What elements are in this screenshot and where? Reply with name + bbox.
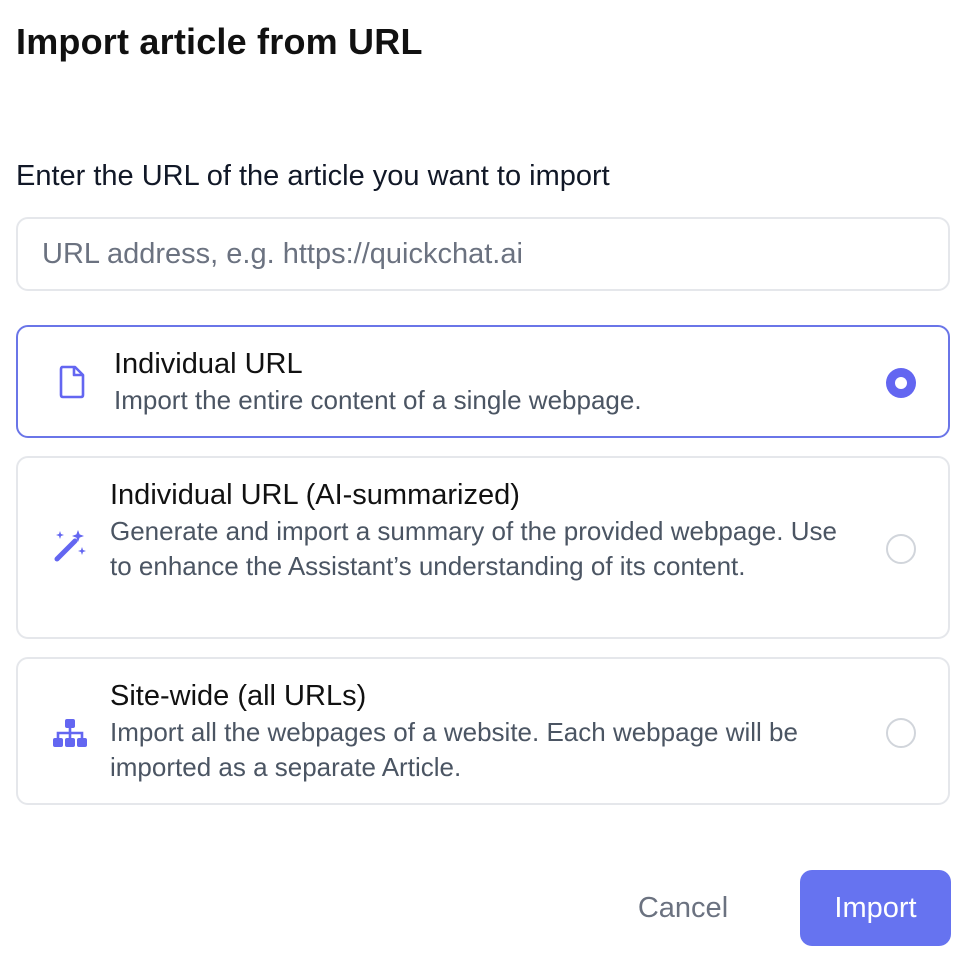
radio-individual-url-ai-summarized[interactable] (886, 534, 916, 564)
sitemap-icon (50, 713, 90, 753)
url-field-label: Enter the URL of the article you want to… (16, 160, 610, 192)
option-individual-url-ai-summarized[interactable]: Individual URL (AI-summarized) Generate … (16, 456, 950, 639)
radio-site-wide[interactable] (886, 718, 916, 748)
option-description: Import the entire content of a single we… (114, 385, 642, 415)
dialog-title: Import article from URL (16, 21, 423, 62)
option-description: Import all the webpages of a website. Ea… (110, 717, 798, 782)
cancel-button[interactable]: Cancel (610, 870, 756, 946)
magic-wand-icon (50, 526, 90, 566)
option-text: Site-wide (all URLs) Import all the webp… (110, 677, 850, 785)
option-text: Individual URL Import the entire content… (114, 345, 854, 418)
option-individual-url[interactable]: Individual URL Import the entire content… (16, 325, 950, 438)
url-input[interactable] (16, 217, 950, 291)
option-title: Individual URL (AI-summarized) (110, 479, 520, 511)
option-description: Generate and import a summary of the pro… (110, 516, 837, 581)
radio-individual-url[interactable] (886, 368, 916, 398)
option-title: Individual URL (114, 348, 303, 380)
document-icon (52, 362, 92, 402)
option-site-wide[interactable]: Site-wide (all URLs) Import all the webp… (16, 657, 950, 805)
import-button[interactable]: Import (800, 870, 951, 946)
option-title: Site-wide (all URLs) (110, 680, 367, 712)
import-article-dialog: Import article from URL Enter the URL of… (0, 0, 970, 966)
option-text: Individual URL (AI-summarized) Generate … (110, 476, 850, 584)
